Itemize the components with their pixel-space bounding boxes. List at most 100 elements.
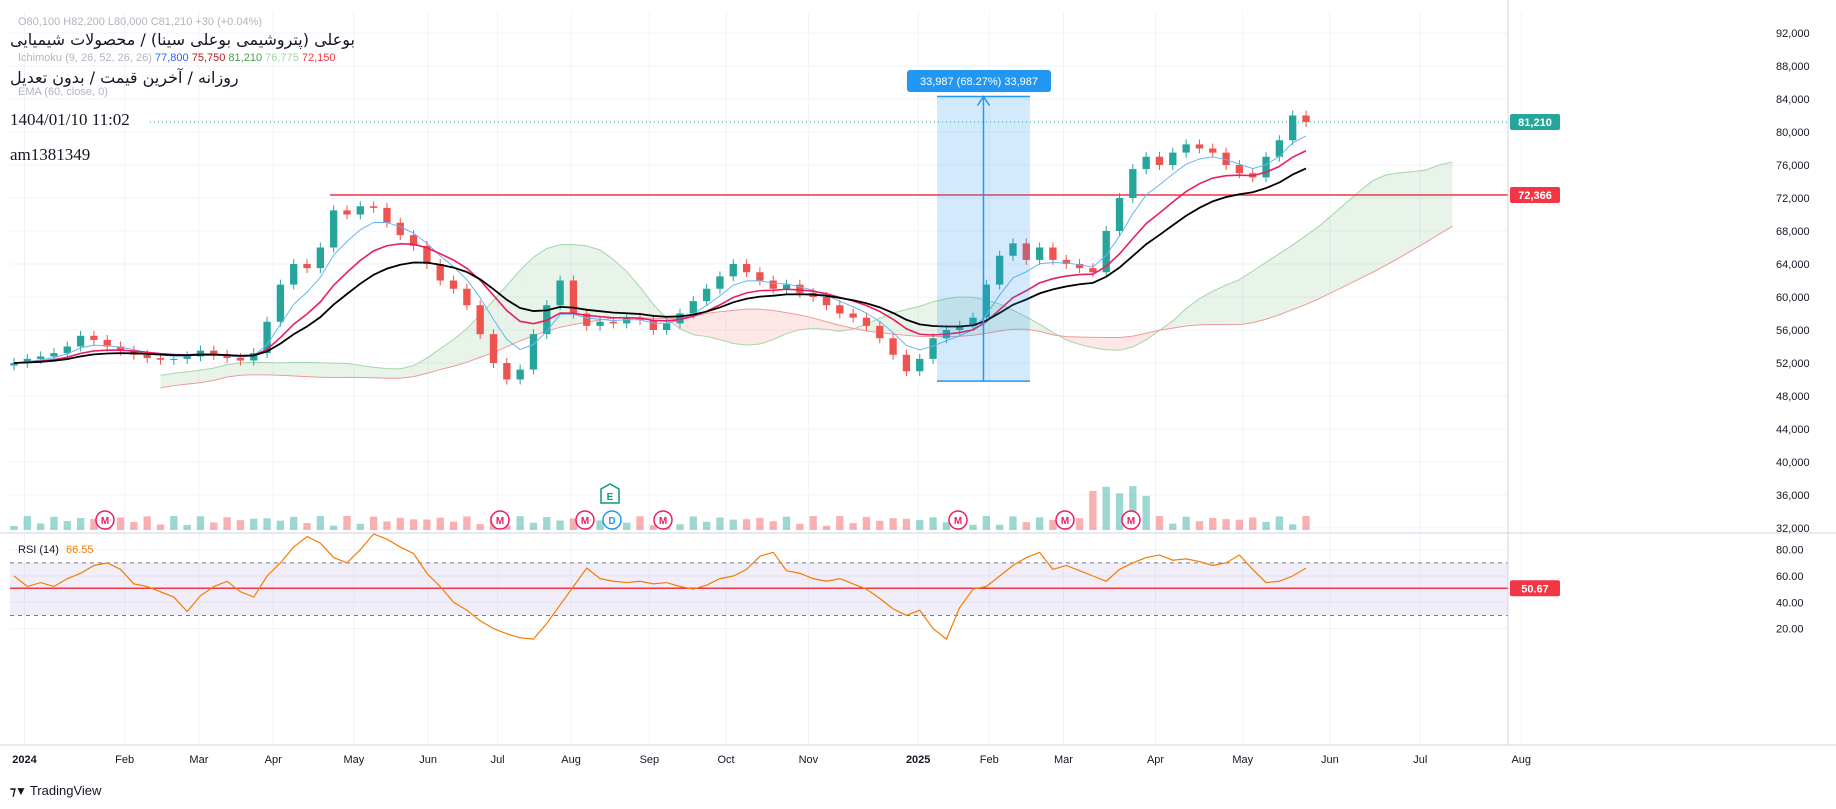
event-label: M xyxy=(1061,516,1069,527)
candle xyxy=(1049,247,1057,260)
volume-bar xyxy=(210,522,218,530)
rsi-tick-label: 80.00 xyxy=(1776,545,1804,557)
cloud-segment xyxy=(733,309,747,346)
author: am1381349 xyxy=(10,145,91,164)
volume-bar xyxy=(982,516,990,530)
volume-bar xyxy=(1182,516,1190,530)
price-tick-label: 84,000 xyxy=(1776,94,1810,106)
cloud-segment xyxy=(1172,308,1187,329)
cloud-segment xyxy=(746,309,760,346)
cloud-segment xyxy=(1106,337,1120,351)
candle xyxy=(1035,247,1044,260)
candle xyxy=(369,206,378,208)
rsi-current: 66.55 xyxy=(66,544,94,556)
cloud-segment xyxy=(240,362,254,376)
candle xyxy=(742,264,751,273)
time-tick-label: 2025 xyxy=(906,754,930,766)
kijun-line xyxy=(13,150,1307,364)
ichimoku-label: Ichimoku (9, 26, 52, 26, 26) xyxy=(18,52,152,64)
cloud-segment xyxy=(187,370,201,385)
price-tick-label: 60,000 xyxy=(1776,292,1810,304)
volume-bar xyxy=(1195,521,1204,530)
volume-bar xyxy=(769,521,777,530)
tradingview-logo-icon: ⁊▼ xyxy=(10,783,27,798)
cloud-segment xyxy=(706,311,720,340)
volume-bar xyxy=(1249,517,1257,530)
event-label: M xyxy=(581,516,589,527)
volume-bar xyxy=(476,524,484,530)
cloud-segment xyxy=(1306,226,1320,305)
cloud-segment xyxy=(1319,214,1333,299)
volume-bar xyxy=(343,516,351,530)
volume-bar xyxy=(36,523,45,530)
volume-bar xyxy=(276,520,285,530)
cloud-segment xyxy=(386,368,401,379)
candle xyxy=(1169,152,1177,165)
volume-bar xyxy=(10,526,18,530)
volume-bar xyxy=(1289,524,1297,530)
candle xyxy=(236,358,245,361)
chart-canvas[interactable]: 33,987 (68.27%) 33,987 M M M D M M M M E 92,000 8… xyxy=(0,0,1836,809)
candle xyxy=(1289,115,1297,141)
price-tick-label: 32,000 xyxy=(1776,523,1810,535)
candle xyxy=(396,222,404,236)
volume-bar xyxy=(63,521,71,530)
candle xyxy=(596,321,604,326)
volume-bar xyxy=(423,519,431,530)
volume-bar xyxy=(303,523,311,530)
volume-bar xyxy=(742,519,751,530)
tradingview-brand[interactable]: ⁊▼ TradingView xyxy=(10,783,101,798)
price-tick-label: 80,000 xyxy=(1776,127,1810,139)
price-tick-label: 72,000 xyxy=(1776,193,1810,205)
volume-bar xyxy=(836,516,844,530)
volume-bar xyxy=(236,520,245,530)
cloud-segment xyxy=(1385,172,1400,266)
cloud-segment xyxy=(173,371,188,386)
volume-bar xyxy=(1235,519,1244,530)
volume-bar xyxy=(316,516,325,530)
axis-labels: 92,000 88,000 84,000 80,000 76,000 72,000 68,0… xyxy=(12,28,1809,766)
candle xyxy=(529,334,538,370)
time-tick-label: 2024 xyxy=(12,754,37,766)
price-tick-label: 52,000 xyxy=(1776,358,1810,370)
time-tick-label: Sep xyxy=(640,754,660,766)
rsi-band xyxy=(10,562,1508,616)
candle xyxy=(556,280,564,306)
cloud-segment xyxy=(1266,253,1280,320)
volume-bar xyxy=(782,516,791,530)
ichimoku-value: 72,150 xyxy=(301,52,336,64)
time-tick-label: Feb xyxy=(115,754,134,766)
volume-bar xyxy=(756,517,764,530)
volume-bar xyxy=(822,525,831,530)
time-tick-label: Mar xyxy=(189,754,208,766)
current-price-badge: 81,210 xyxy=(1518,117,1552,129)
volume-bar xyxy=(636,516,644,530)
volume-bar xyxy=(223,517,231,530)
volume-bar xyxy=(1275,516,1284,530)
candle xyxy=(916,358,924,372)
subtitle: روزانه / آخرین قیمت / بدون تعدیل xyxy=(10,68,239,87)
volume-bar xyxy=(995,524,1004,530)
volume-bar xyxy=(369,516,378,530)
rsi-band-fill xyxy=(10,562,1508,616)
volume-bar xyxy=(170,516,178,530)
volume-bar xyxy=(76,518,85,530)
price-tick-label: 92,000 xyxy=(1776,28,1810,40)
price-tick-label: 76,000 xyxy=(1776,160,1810,172)
ichimoku-value: 76,775 xyxy=(265,52,299,64)
candle xyxy=(503,363,511,380)
volume-bar xyxy=(196,516,205,530)
volume-bar xyxy=(916,520,924,530)
candle xyxy=(330,210,338,248)
volume-bar xyxy=(889,518,897,530)
candle xyxy=(1089,268,1097,273)
volume-bar xyxy=(1262,521,1270,530)
candle xyxy=(143,354,151,359)
cloud-segment xyxy=(307,362,321,378)
cloud-segment xyxy=(600,249,614,321)
volume-bar xyxy=(543,517,551,530)
volume-bar xyxy=(796,523,804,530)
candle xyxy=(449,280,458,289)
candle xyxy=(729,264,737,277)
candle xyxy=(702,288,711,302)
